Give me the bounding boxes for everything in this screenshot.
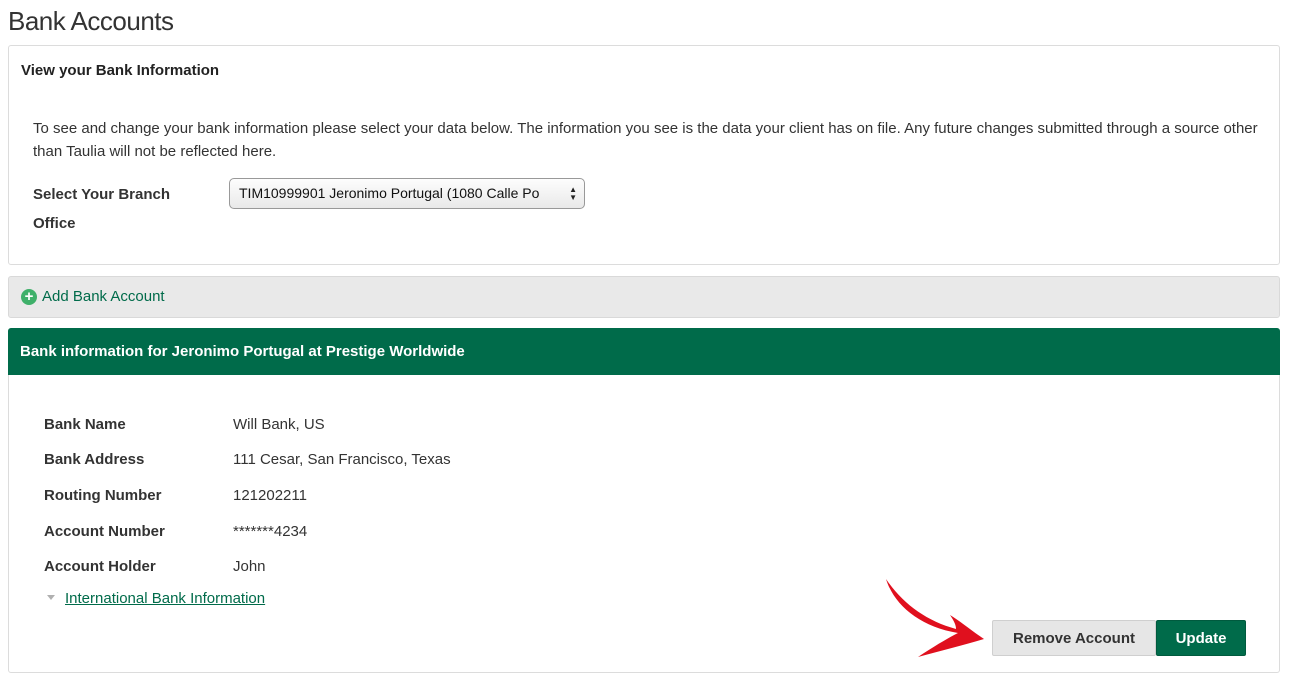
branch-office-label: Select Your Branch Office [33, 186, 170, 232]
view-bank-info-panel: View your Bank Information To see and ch… [8, 45, 1280, 265]
bank-info-header: Bank information for Jeronimo Portugal a… [8, 328, 1280, 375]
field-label: Account Number [44, 523, 165, 540]
bank-info-header-text: Bank information for Jeronimo Portugal a… [20, 343, 465, 360]
update-button[interactable]: Update [1156, 620, 1246, 656]
international-bank-info-link[interactable]: International Bank Information [65, 590, 265, 607]
remove-account-button[interactable]: Remove Account [992, 620, 1156, 656]
bank-info-panel: Bank information for Jeronimo Portugal a… [8, 328, 1280, 673]
field-value: John [233, 558, 266, 575]
field-label: Bank Address [44, 451, 145, 468]
branch-office-selected-value: TIM10999901 Jeronimo Portugal (1080 Call… [239, 185, 540, 201]
page-title: Bank Accounts [8, 6, 174, 36]
international-bank-info-toggle[interactable]: International Bank Information [47, 590, 265, 607]
field-value: 111 Cesar, San Francisco, Texas [233, 451, 451, 468]
field-label: Bank Name [44, 416, 126, 433]
field-label: Account Holder [44, 558, 156, 575]
select-arrows-icon: ▲ ▼ [569, 185, 577, 202]
intro-text: To see and change your bank information … [33, 120, 1258, 160]
plus-circle-icon: + [21, 288, 37, 305]
add-bank-account-link[interactable]: + Add Bank Account [21, 288, 165, 305]
field-value: *******4234 [233, 523, 308, 540]
panel-title: View your Bank Information [21, 62, 220, 79]
field-label: Routing Number [44, 487, 162, 504]
field-value: 121202211 [233, 487, 307, 504]
add-bank-account-label: Add Bank Account [42, 288, 165, 305]
field-value: Will Bank, US [233, 416, 325, 433]
caret-down-icon [47, 594, 55, 600]
branch-office-select[interactable]: TIM10999901 Jeronimo Portugal (1080 Call… [229, 178, 585, 209]
add-bank-account-bar: + Add Bank Account [8, 276, 1280, 318]
